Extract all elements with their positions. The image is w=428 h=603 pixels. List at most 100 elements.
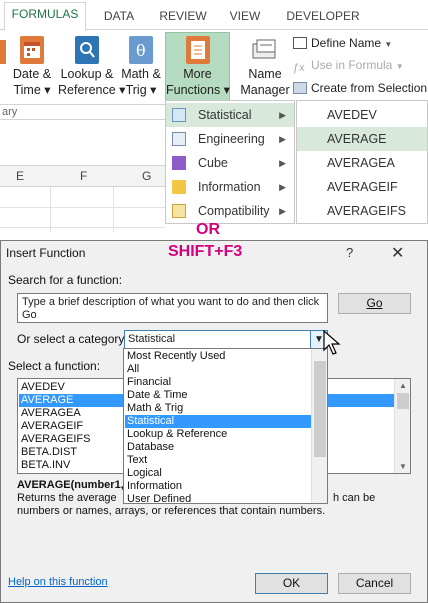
use-in-formula-button[interactable]: ƒx Use in Formula ▼: [293, 55, 404, 75]
menu-item-cube-label: Cube: [198, 156, 228, 170]
help-icon[interactable]: ?: [346, 245, 353, 260]
go-button[interactable]: Go: [338, 293, 411, 314]
name-manager-label-2: Manager: [240, 83, 290, 97]
help-link[interactable]: Help on this function: [8, 576, 108, 588]
menu-item-cube[interactable]: Cube ▶: [166, 151, 294, 175]
category-option[interactable]: Text: [125, 454, 311, 467]
menu-item-statistical-label: Statistical: [198, 108, 252, 122]
category-select-value: Statistical: [128, 333, 176, 345]
calendar-icon: [20, 36, 44, 64]
menu-item-compatibility[interactable]: Compatibility ▶: [166, 199, 294, 223]
statistical-icon: [172, 108, 186, 122]
category-option[interactable]: Database: [125, 441, 311, 454]
create-from-selection-label: Create from Selection: [311, 81, 428, 95]
category-option[interactable]: All: [125, 363, 311, 376]
engineering-icon: [172, 132, 186, 146]
name-manager-icon: [250, 36, 280, 64]
category-option[interactable]: Information: [125, 480, 311, 493]
category-label: Or select a category:: [17, 332, 128, 346]
category-option[interactable]: User Defined: [125, 493, 311, 506]
define-name-button[interactable]: Define Name ▼: [293, 33, 392, 53]
category-option[interactable]: Logical: [125, 467, 311, 480]
use-in-formula-label: Use in Formula: [311, 58, 393, 72]
svg-text:θ: θ: [136, 41, 146, 60]
category-list-scrollbar[interactable]: [311, 349, 327, 503]
submenu-arrow-icon: ▶: [279, 206, 286, 216]
fx-icon: ƒx: [293, 62, 305, 74]
category-select[interactable]: Statistical ▼: [124, 330, 328, 349]
submenu-item-averageif[interactable]: AVERAGEIF: [297, 175, 427, 199]
more-functions-button[interactable]: More Functions ▾: [165, 32, 230, 104]
column-f-header[interactable]: F: [80, 169, 87, 183]
date-time-button[interactable]: Date & Time ▾: [8, 36, 56, 106]
define-name-label: Define Name: [311, 36, 382, 50]
submenu-arrow-icon: ▶: [279, 134, 286, 144]
menu-item-statistical[interactable]: Statistical ▶: [166, 103, 294, 127]
submenu-arrow-icon: ▶: [279, 158, 286, 168]
mouse-pointer-icon: [322, 329, 342, 356]
math-trig-label-2: Trig ▾: [125, 83, 157, 97]
lookup-magnifier-icon: [75, 36, 99, 64]
name-manager-label: Name: [248, 67, 282, 81]
submenu-item-average[interactable]: AVERAGE: [297, 127, 427, 151]
function-list-scrollbar[interactable]: ▲ ▼: [394, 379, 410, 473]
submenu-item-averageifs[interactable]: AVERAGEIFS: [297, 199, 427, 223]
statistical-submenu: AVEDEV AVERAGE AVERAGEA AVERAGEIF AVERAG…: [296, 100, 428, 224]
menu-item-information[interactable]: Information ▶: [166, 175, 294, 199]
column-headers: E F G: [0, 165, 165, 187]
ok-button[interactable]: OK: [255, 573, 328, 594]
search-input[interactable]: Type a brief description of what you wan…: [17, 293, 328, 323]
lookup-reference-label-2: Reference ▾: [58, 83, 126, 97]
tag-icon: [293, 37, 307, 49]
category-scroll-thumb[interactable]: [314, 361, 326, 457]
math-trig-button[interactable]: θ Math & Trig ▾: [118, 36, 164, 106]
column-e-header[interactable]: E: [16, 169, 24, 183]
scroll-thumb[interactable]: [397, 393, 409, 409]
description-line-2: numbers or names, arrays, or references …: [17, 505, 326, 517]
more-functions-book-icon: [185, 36, 210, 64]
math-trig-label: Math &: [121, 67, 161, 81]
create-from-selection-button[interactable]: Create from Selection: [293, 78, 427, 98]
menu-item-engineering[interactable]: Engineering ▶: [166, 127, 294, 151]
search-label: Search for a function:: [8, 273, 123, 287]
category-option[interactable]: Most Recently Used: [125, 350, 311, 363]
category-option[interactable]: Date & Time: [125, 389, 311, 402]
submenu-item-averagea[interactable]: AVERAGEA: [297, 151, 427, 175]
cube-icon: [172, 156, 186, 170]
category-option[interactable]: Financial: [125, 376, 311, 389]
date-time-label-2: Time ▾: [13, 83, 51, 97]
function-label: Select a function:: [8, 359, 101, 373]
submenu-arrow-icon: ▶: [279, 182, 286, 192]
category-option[interactable]: Lookup & Reference: [125, 428, 311, 441]
theta-icon: θ: [129, 36, 153, 64]
menu-item-compatibility-label: Compatibility: [198, 204, 270, 218]
group-label-strip: ary: [0, 104, 165, 120]
submenu-arrow-icon: ▶: [279, 110, 286, 120]
submenu-item-avedev[interactable]: AVEDEV: [297, 103, 427, 127]
category-option[interactable]: Math & Trig: [125, 402, 311, 415]
more-functions-label: More: [183, 67, 212, 81]
group-label: ary: [2, 106, 18, 118]
cancel-button[interactable]: Cancel: [338, 573, 411, 594]
dialog-title: Insert Function: [6, 246, 86, 260]
description-part-1: Returns the average: [17, 492, 117, 504]
category-option-selected[interactable]: Statistical: [125, 415, 311, 428]
category-dropdown-list[interactable]: Most Recently Used All Financial Date & …: [123, 348, 328, 506]
information-icon: [172, 180, 186, 194]
name-manager-button[interactable]: Name Manager: [236, 36, 294, 106]
tab-developer[interactable]: DEVELOPER: [278, 5, 368, 27]
scroll-down-icon[interactable]: ▼: [395, 462, 410, 471]
function-syntax: AVERAGE(number1,n: [17, 479, 131, 491]
scroll-up-icon[interactable]: ▲: [395, 381, 410, 390]
tab-formulas[interactable]: FORMULAS: [4, 2, 86, 31]
table-icon: [293, 82, 307, 94]
tab-data[interactable]: DATA: [94, 5, 144, 27]
column-g-header[interactable]: G: [142, 169, 151, 183]
close-icon[interactable]: ✕: [391, 243, 404, 263]
description-part-2: h can be: [333, 492, 376, 504]
menu-item-engineering-label: Engineering: [198, 132, 265, 146]
menu-item-information-label: Information: [198, 180, 261, 194]
lookup-reference-button[interactable]: Lookup & Reference ▾: [58, 36, 126, 106]
tab-review[interactable]: REVIEW: [152, 5, 214, 27]
tab-view[interactable]: VIEW: [222, 5, 268, 27]
